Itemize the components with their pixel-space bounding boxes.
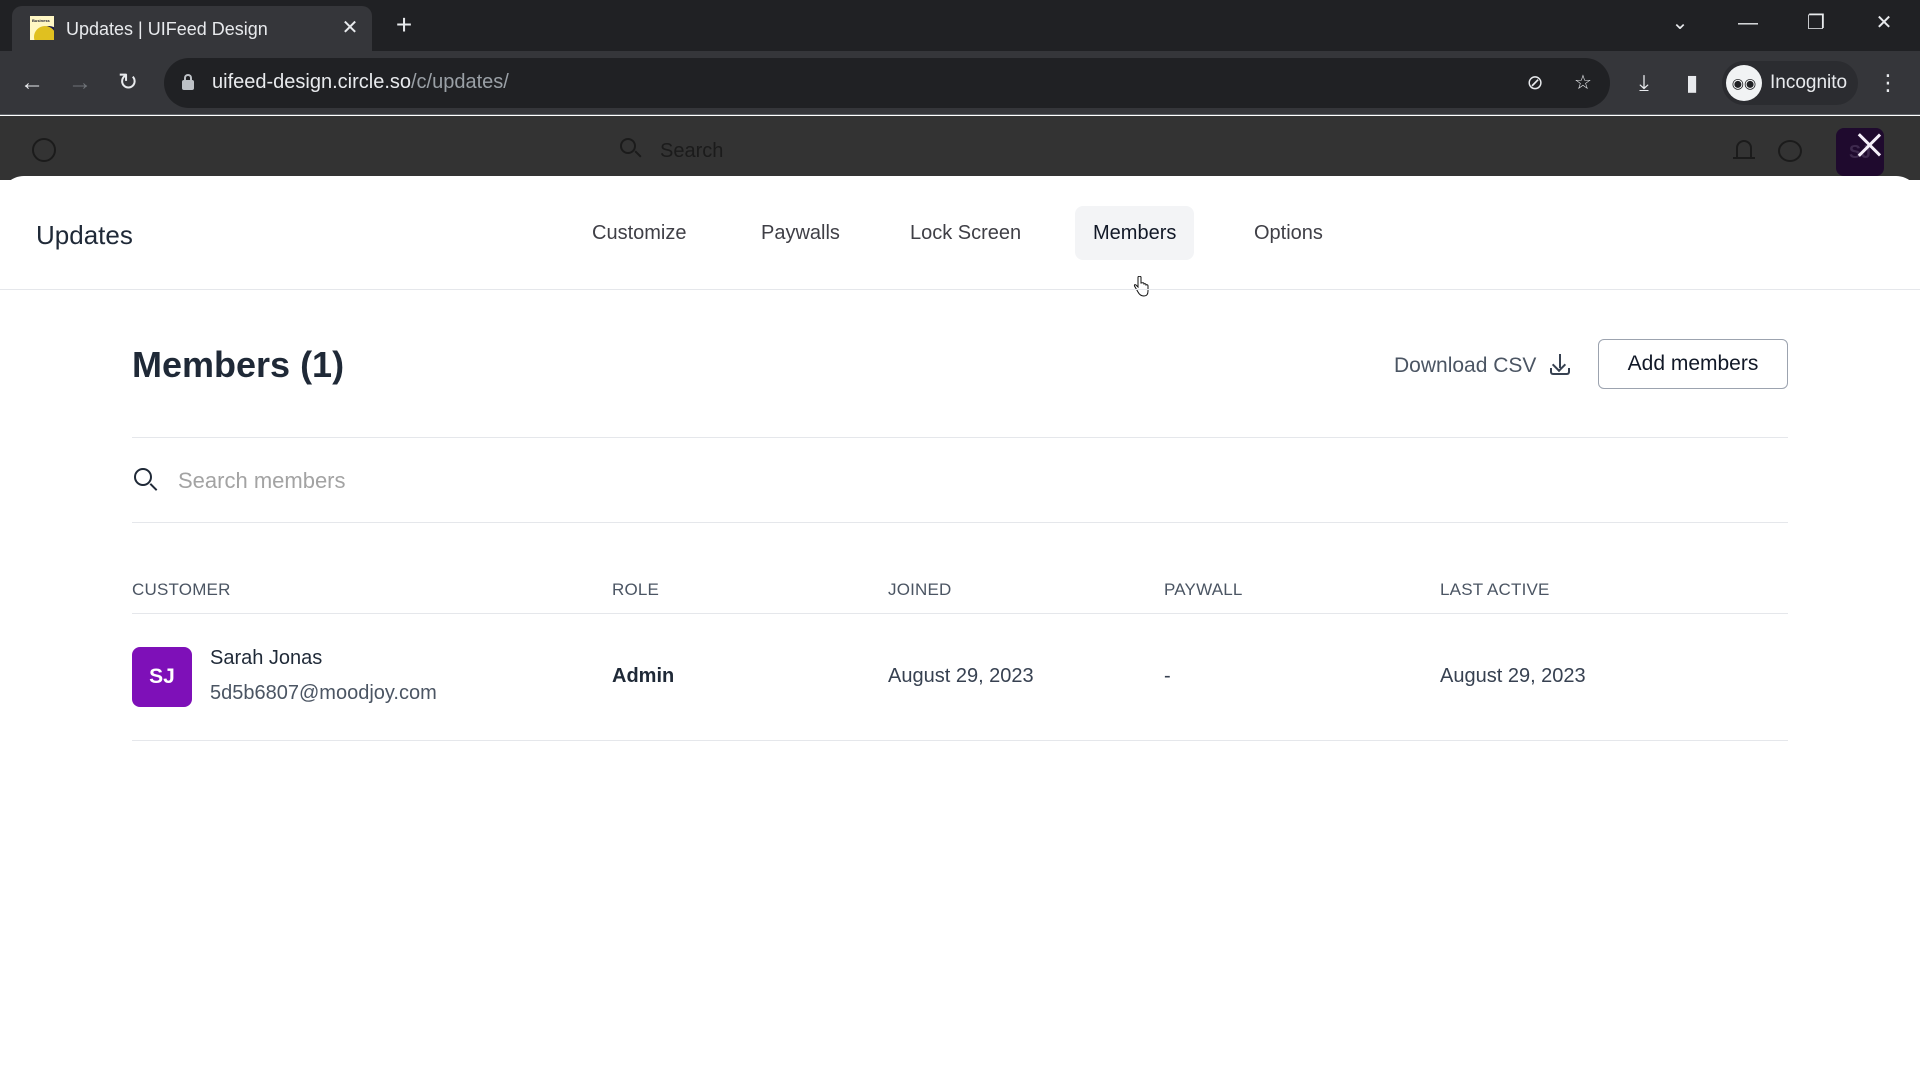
download-icon — [1548, 352, 1572, 378]
search-icon — [620, 138, 642, 160]
browser-tab-strip: Business Updates | UIFeed Design ✕ + ⌄ —… — [0, 0, 1920, 51]
add-members-button[interactable]: Add members — [1598, 339, 1788, 389]
member-avatar[interactable]: SJ — [132, 647, 192, 707]
browser-menu-icon[interactable]: ⋮ — [1870, 65, 1906, 101]
tab-paywalls[interactable]: Paywalls — [743, 206, 858, 260]
member-name[interactable]: Sarah Jonas — [210, 647, 322, 670]
restore-icon[interactable]: ❐ — [1796, 8, 1836, 38]
url-host: uifeed-design.circle.so — [212, 71, 411, 93]
minimize-icon[interactable]: — — [1728, 8, 1768, 38]
site-favicon-icon: Business — [30, 16, 54, 40]
notifications-bell-icon[interactable] — [1733, 140, 1755, 164]
address-bar[interactable]: uifeed-design.circle.so/c/updates/ ⊘ ☆ — [164, 58, 1610, 108]
app-search-bar[interactable]: Search — [608, 130, 1248, 170]
divider — [132, 522, 1788, 523]
column-header-role[interactable]: ROLE — [612, 580, 659, 600]
page-title: Members (1) — [132, 344, 345, 385]
table-header-divider — [132, 613, 1788, 614]
member-email: 5d5b6807@moodjoy.com — [210, 682, 437, 704]
browser-toolbar: ← → ↻ uifeed-design.circle.so/c/updates/… — [0, 51, 1920, 115]
tab-customize[interactable]: Customize — [574, 206, 704, 260]
lock-icon[interactable] — [182, 74, 194, 90]
browser-tab[interactable]: Business Updates | UIFeed Design ✕ — [12, 6, 372, 51]
search-members-input[interactable] — [178, 462, 1678, 500]
close-modal-icon[interactable] — [1854, 130, 1884, 160]
settings-tabs: Customize Paywalls Lock Screen Members O… — [0, 206, 1920, 297]
forward-icon[interactable]: → — [62, 65, 98, 101]
app-header: Search SJ — [0, 116, 1920, 180]
tab-lock-screen[interactable]: Lock Screen — [892, 206, 1039, 260]
member-search — [132, 438, 1788, 522]
tab-options[interactable]: Options — [1236, 206, 1341, 260]
member-paywall: - — [1164, 665, 1171, 687]
chat-bubble-icon[interactable] — [1778, 140, 1802, 162]
member-joined-date: August 29, 2023 — [888, 665, 1034, 687]
back-icon[interactable]: ← — [14, 65, 50, 101]
column-header-joined[interactable]: JOINED — [888, 580, 952, 600]
incognito-icon: ◉◉ — [1726, 65, 1762, 101]
reload-icon[interactable]: ↻ — [110, 65, 146, 101]
tab-title: Updates | UIFeed Design — [66, 19, 268, 39]
incognito-profile-button[interactable]: ◉◉ Incognito — [1722, 61, 1858, 105]
tab-close-icon[interactable]: ✕ — [338, 16, 362, 40]
space-settings-modal: Updates Customize Paywalls Lock Screen M… — [0, 176, 1920, 1080]
new-tab-icon[interactable]: + — [390, 11, 418, 40]
url-text[interactable]: uifeed-design.circle.so/c/updates/ — [212, 71, 509, 94]
pointer-hand-cursor-icon — [1133, 276, 1149, 297]
column-header-last-active[interactable]: LAST ACTIVE — [1440, 580, 1550, 600]
download-csv-label: Download CSV — [1394, 354, 1537, 377]
eye-off-icon[interactable]: ⊘ — [1522, 70, 1548, 96]
column-header-customer[interactable]: CUSTOMER — [132, 580, 231, 600]
incognito-label: Incognito — [1770, 72, 1848, 93]
member-last-active: August 29, 2023 — [1440, 665, 1586, 687]
favicon-graphic — [34, 26, 54, 40]
window-close-icon[interactable]: ✕ — [1864, 8, 1904, 38]
side-panel-icon[interactable]: ▮ — [1674, 65, 1710, 101]
table-row-divider — [132, 740, 1788, 741]
tab-search-icon[interactable]: ⌄ — [1660, 8, 1700, 38]
downloads-icon[interactable]: ⤓ — [1626, 65, 1662, 101]
app-search-placeholder: Search — [660, 140, 724, 162]
favicon-label: Business — [32, 18, 50, 23]
member-role: Admin — [612, 665, 675, 687]
url-path: /c/updates/ — [411, 71, 509, 93]
tab-members[interactable]: Members — [1075, 206, 1195, 260]
bookmark-star-icon[interactable]: ☆ — [1570, 70, 1596, 96]
search-icon — [134, 468, 160, 494]
column-header-paywall[interactable]: PAYWALL — [1164, 580, 1243, 600]
header-divider — [0, 289, 1920, 290]
community-logo-icon[interactable] — [32, 138, 56, 162]
